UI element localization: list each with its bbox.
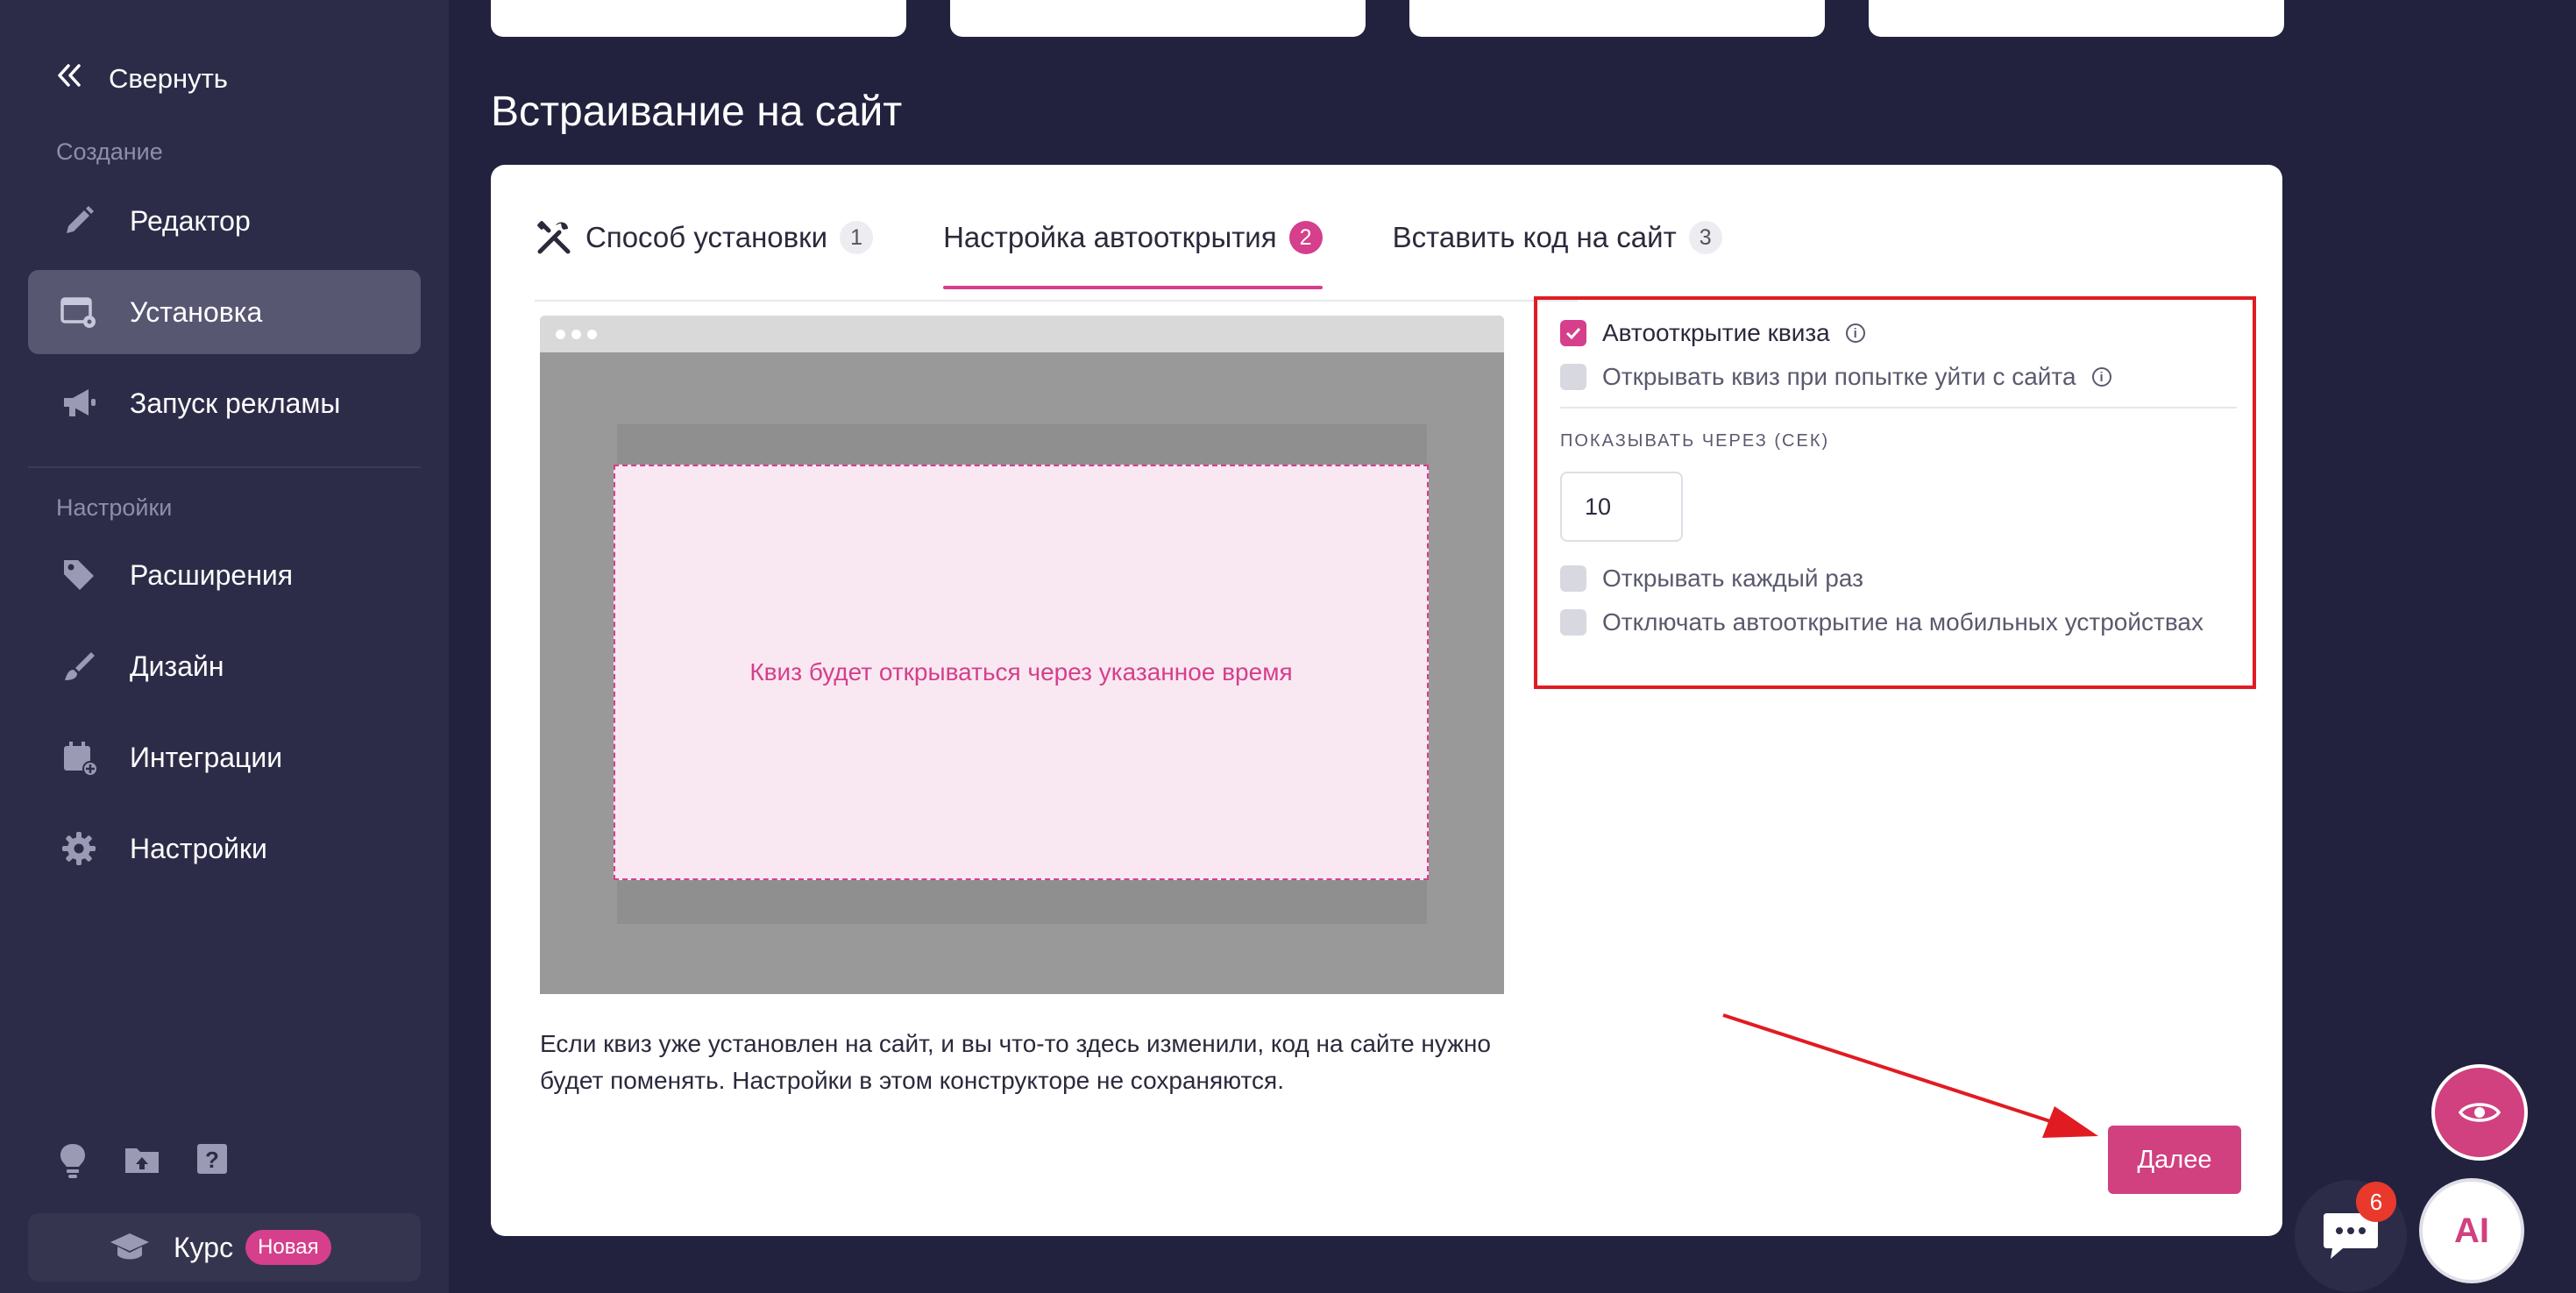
- tab-install-method[interactable]: Способ установки 1: [535, 203, 874, 272]
- puzzle-tag-icon: [58, 557, 100, 593]
- calendar-plus-icon: [58, 739, 100, 776]
- every-time-checkbox[interactable]: [1560, 565, 1586, 592]
- delay-seconds-input[interactable]: 10: [1560, 472, 1683, 542]
- next-button[interactable]: Далее: [2108, 1126, 2241, 1194]
- sidebar-item-label: Настройки: [130, 832, 267, 864]
- browser-dot: [571, 329, 581, 339]
- sidebar-item-design[interactable]: Дизайн: [28, 624, 421, 708]
- site-preview: Квиз будет открываться через указанное в…: [540, 316, 1504, 994]
- autoopen-label: Автооткрытие квиза: [1602, 319, 1830, 346]
- embed-card: Способ установки 1 Настройка автооткрыти…: [491, 165, 2282, 1236]
- exit-intent-label: Открывать квиз при попытке уйти с сайта: [1602, 363, 2076, 390]
- sidebar-item-label: Расширения: [130, 558, 294, 591]
- tab-label: Настройка автооткрытия: [943, 221, 1277, 253]
- autoopen-settings-panel: Автооткрытие квиза i Открывать квиз при …: [1534, 296, 2256, 689]
- info-icon[interactable]: i: [1845, 323, 1865, 343]
- tabs: Способ установки 1 Настройка автооткрыти…: [535, 203, 1792, 289]
- every-time-checkbox-row[interactable]: Открывать каждый раз: [1560, 565, 1863, 593]
- every-time-label: Открывать каждый раз: [1602, 565, 1863, 592]
- sidebar: Свернуть Создание Редактор Установка Зап…: [0, 0, 449, 1293]
- sidebar-item-label: Дизайн: [130, 650, 224, 682]
- chat-unread-badge: 6: [2356, 1182, 2396, 1222]
- disable-mobile-checkbox[interactable]: [1560, 609, 1586, 636]
- graduation-cap-icon: [109, 1232, 151, 1263]
- top-card: [950, 0, 1366, 37]
- sidebar-item-settings[interactable]: Настройки: [28, 806, 421, 891]
- tab-autoopen-settings[interactable]: Настройка автооткрытия 2: [943, 203, 1323, 289]
- tab-step-number: 1: [840, 221, 874, 254]
- exit-intent-checkbox-row[interactable]: Открывать квиз при попытке уйти с сайта …: [1560, 363, 2111, 391]
- exit-intent-checkbox[interactable]: [1560, 364, 1586, 390]
- help-icon[interactable]: ?: [195, 1141, 230, 1184]
- settings-divider: [1560, 407, 2237, 409]
- pencil-icon: [58, 203, 100, 238]
- sidebar-divider: [28, 466, 421, 468]
- tab-step-number: 2: [1288, 221, 1323, 254]
- quiz-overlay: Квиз будет открываться через указанное в…: [614, 465, 1429, 880]
- sidebar-bottom-icons: ?: [56, 1141, 230, 1184]
- new-badge: Новая: [245, 1230, 331, 1265]
- double-chevron-left-icon: [56, 63, 82, 95]
- eye-icon: [2459, 1099, 2501, 1126]
- disable-mobile-label: Отключать автооткрытие на мобильных устр…: [1602, 608, 2203, 636]
- section-label-create: Создание: [56, 139, 163, 165]
- disable-mobile-checkbox-row[interactable]: Отключать автооткрытие на мобильных устр…: [1560, 608, 2203, 636]
- sidebar-item-label: Интеграции: [130, 741, 283, 773]
- tab-step-number: 3: [1688, 221, 1722, 254]
- top-card: [1409, 0, 1825, 37]
- sidebar-item-extensions[interactable]: Расширения: [28, 533, 421, 617]
- course-label: Курс: [174, 1231, 234, 1263]
- preview-eye-button[interactable]: [2431, 1064, 2528, 1161]
- top-card: [1869, 0, 2284, 37]
- megaphone-icon: [58, 386, 100, 421]
- sidebar-item-install[interactable]: Установка: [28, 270, 421, 354]
- sidebar-item-label: Запуск рекламы: [130, 387, 341, 419]
- sidebar-item-label: Установка: [130, 295, 263, 328]
- collapse-button[interactable]: Свернуть: [56, 58, 228, 100]
- overlay-text: Квиз будет открываться через указанное в…: [749, 658, 1293, 686]
- page-title: Встраивание на сайт: [491, 89, 903, 135]
- tools-icon: [535, 218, 573, 257]
- section-label-settings: Настройки: [56, 494, 173, 521]
- sidebar-item-label: Редактор: [130, 204, 251, 237]
- autoopen-checkbox-row[interactable]: Автооткрытие квиза i: [1560, 319, 1865, 347]
- info-icon[interactable]: i: [2091, 367, 2111, 387]
- browser-bar: [540, 316, 1504, 352]
- ai-assistant-button[interactable]: AI: [2419, 1178, 2524, 1283]
- tab-label: Способ установки: [585, 221, 828, 253]
- sidebar-item-integrations[interactable]: Интеграции: [28, 715, 421, 799]
- svg-text:?: ?: [205, 1147, 219, 1173]
- delay-label: ПОКАЗЫВАТЬ ЧЕРЕЗ (СЕК): [1560, 431, 1830, 451]
- sidebar-item-editor[interactable]: Редактор: [28, 179, 421, 263]
- course-button[interactable]: Курс Новая: [28, 1213, 421, 1282]
- browser-dot: [556, 329, 565, 339]
- lightbulb-icon[interactable]: [56, 1141, 89, 1184]
- browser-dot: [587, 329, 597, 339]
- install-icon: [58, 295, 100, 330]
- folder-upload-icon[interactable]: [123, 1141, 161, 1184]
- tabs-divider: [535, 300, 1578, 302]
- ai-label: AI: [2454, 1211, 2489, 1250]
- sidebar-item-ads[interactable]: Запуск рекламы: [28, 361, 421, 445]
- autoopen-checkbox[interactable]: [1560, 320, 1586, 346]
- collapse-label: Свернуть: [109, 63, 228, 94]
- top-card: [491, 0, 906, 37]
- tab-label: Вставить код на сайт: [1392, 221, 1677, 253]
- gear-icon: [58, 830, 100, 867]
- tab-insert-code[interactable]: Вставить код на сайт 3: [1393, 203, 1722, 272]
- install-note: Если квиз уже установлен на сайт, и вы ч…: [540, 1030, 1491, 1094]
- brush-icon: [58, 649, 100, 684]
